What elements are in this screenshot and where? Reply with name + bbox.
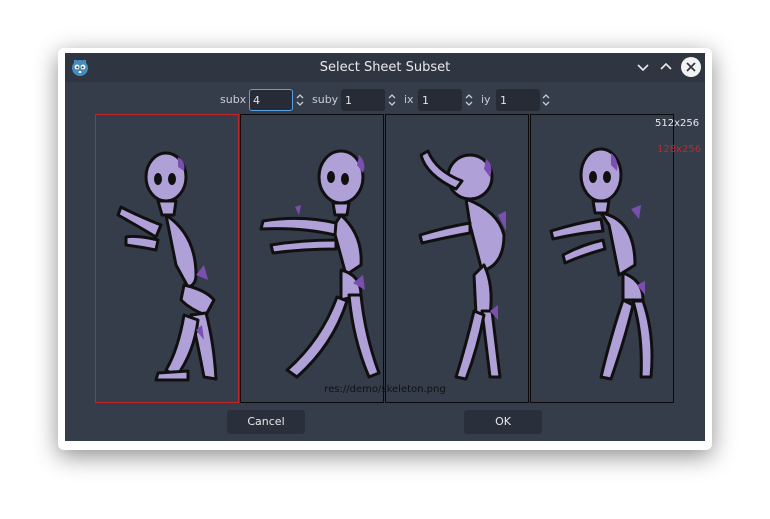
- skeleton-sprite-4: [549, 147, 654, 381]
- subx-label: subx: [220, 93, 247, 106]
- ix-spinbox[interactable]: [418, 89, 462, 111]
- suby-stepper-icon[interactable]: [387, 90, 397, 110]
- sprite-frame-2[interactable]: [240, 114, 384, 403]
- cancel-button[interactable]: Cancel: [227, 410, 305, 434]
- dialog-title: Select Sheet Subset: [319, 60, 451, 75]
- close-icon: [686, 62, 696, 72]
- suby-input[interactable]: [345, 92, 379, 108]
- ix-input[interactable]: [422, 92, 456, 108]
- iy-label: iy: [481, 93, 491, 106]
- skeleton-sprite-2: [259, 149, 381, 379]
- ix-label: ix: [404, 93, 414, 106]
- ok-button[interactable]: OK: [464, 410, 542, 434]
- subx-input[interactable]: [253, 92, 287, 108]
- skeleton-sprite-3: [418, 149, 506, 381]
- dialog-window: Select Sheet Subset subx suby: [65, 53, 705, 441]
- chevron-up-icon[interactable]: [656, 57, 676, 77]
- suby-label: suby: [312, 93, 339, 106]
- sprite-frame-4[interactable]: [530, 114, 674, 403]
- close-button[interactable]: [681, 57, 701, 77]
- subx-stepper-icon[interactable]: [295, 90, 305, 110]
- subx-spinbox[interactable]: [249, 89, 293, 111]
- iy-stepper-icon[interactable]: [541, 90, 551, 110]
- iy-input[interactable]: [500, 92, 534, 108]
- suby-spinbox[interactable]: [341, 89, 385, 111]
- file-path-label: res://demo/skeleton.png: [324, 384, 446, 395]
- title-bar[interactable]: Select Sheet Subset: [65, 53, 705, 82]
- sprite-frame-3[interactable]: [385, 114, 529, 403]
- skeleton-sprite-1: [116, 151, 218, 382]
- ix-stepper-icon[interactable]: [464, 90, 474, 110]
- image-size-label: 512x256: [655, 118, 700, 129]
- chevron-down-icon[interactable]: [633, 57, 653, 77]
- frame-size-label: 128x256: [657, 144, 702, 155]
- sprite-frame-1[interactable]: [95, 114, 239, 403]
- sprite-sheet-preview[interactable]: 512x256 128x256: [95, 114, 701, 404]
- subset-controls: subx suby ix iy: [65, 89, 705, 113]
- iy-spinbox[interactable]: [496, 89, 540, 111]
